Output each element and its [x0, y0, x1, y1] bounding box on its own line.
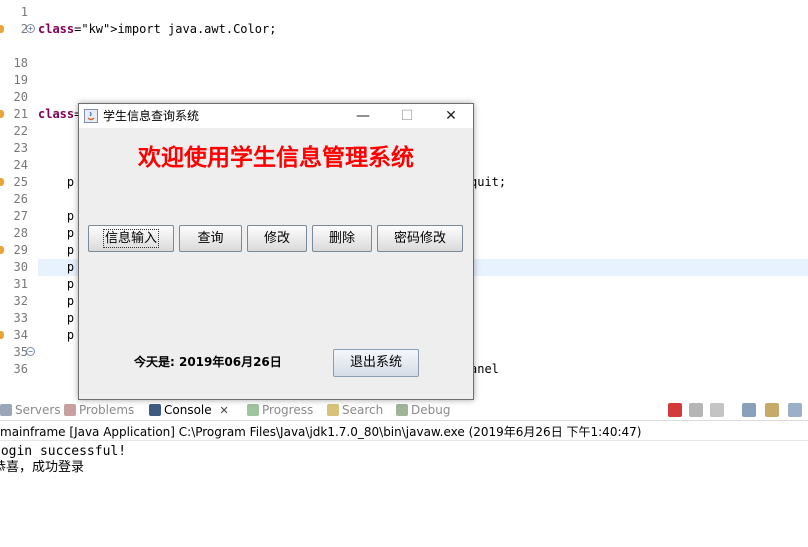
code-text: p [38, 243, 75, 257]
console-icon [149, 404, 161, 416]
console-output-line: 恭喜，成功登录 [0, 460, 85, 475]
code-text: p [38, 277, 75, 291]
code-text: p [38, 226, 75, 240]
line-number: 30 [13, 260, 28, 274]
code-text: p [38, 294, 75, 308]
tab-problems[interactable]: Problems [64, 400, 134, 421]
code-text: class="kw">import java.awt.Color; [38, 22, 277, 36]
console-process-header: mainframe [Java Application] C:\Program … [0, 423, 808, 441]
line-number: 32 [13, 294, 28, 308]
console-output-line: login successful! [0, 444, 127, 459]
remove-launch-icon[interactable] [689, 403, 703, 417]
servers-icon [0, 404, 12, 416]
line-number: 23 [13, 141, 28, 155]
progress-icon [247, 404, 259, 416]
line-number: 22 [13, 124, 28, 138]
problems-icon [64, 404, 76, 416]
line-number: 20 [13, 90, 28, 104]
tab-servers[interactable]: Servers [0, 400, 61, 421]
line-number: 25 [13, 175, 28, 189]
code-line[interactable]: 18 [0, 55, 808, 72]
window-title: 学生信息查询系统 [103, 109, 200, 123]
line-number: 35 [13, 345, 28, 359]
window-titlebar[interactable]: 学生信息查询系统 — ☐ ✕ [79, 104, 473, 128]
student-info-window: 学生信息查询系统 — ☐ ✕ 欢迎使用学生信息管理系统 信息输入 查询 修改 删… [78, 103, 474, 400]
welcome-banner: 欢迎使用学生信息管理系统 [138, 144, 414, 171]
code-line[interactable]: 2 + class="kw">import java.awt.Color; [0, 21, 808, 38]
line-number: 1 [20, 5, 28, 19]
code-text: p [38, 260, 75, 274]
code-line[interactable]: 19 [0, 72, 808, 89]
delete-button[interactable]: 删除 [312, 225, 372, 252]
tab-progress[interactable]: Progress [247, 400, 313, 421]
console-tab-bar: Servers Problems Console ✕ Progress Sear… [0, 400, 808, 421]
code-text-tail: quit; [470, 175, 507, 189]
clear-console-icon[interactable] [742, 403, 756, 417]
warning-marker-icon [0, 331, 4, 339]
password-modify-button[interactable]: 密码修改 [377, 225, 463, 252]
maximize-button[interactable]: ☐ [385, 104, 429, 128]
line-number: 24 [13, 158, 28, 172]
warning-marker-icon [0, 110, 4, 118]
minimize-button[interactable]: — [341, 104, 385, 128]
java-app-icon [84, 109, 98, 123]
code-text: p [38, 209, 75, 223]
modify-button[interactable]: 修改 [247, 225, 307, 252]
warning-marker-icon [0, 25, 4, 33]
query-button[interactable]: 查询 [179, 225, 242, 252]
tab-search[interactable]: Search [327, 400, 383, 421]
line-number: 18 [13, 56, 28, 70]
pin-console-icon[interactable] [788, 403, 802, 417]
line-number: 27 [13, 209, 28, 223]
code-text: p [38, 175, 75, 189]
remove-all-icon[interactable] [710, 403, 724, 417]
expand-fold-icon[interactable]: + [26, 24, 35, 33]
terminate-icon[interactable] [668, 403, 682, 417]
exit-system-button[interactable]: 退出系统 [333, 349, 419, 377]
line-number: 33 [13, 311, 28, 325]
line-number: 28 [13, 226, 28, 240]
close-tab-icon[interactable]: ✕ [219, 404, 228, 417]
code-text: p [38, 311, 75, 325]
close-window-button[interactable]: ✕ [429, 104, 473, 128]
tab-debug[interactable]: Debug [396, 400, 450, 421]
line-number: 19 [13, 73, 28, 87]
today-date-label: 今天是: 2019年06月26日 [134, 355, 282, 369]
info-input-button[interactable]: 信息输入 [88, 225, 174, 252]
line-number: 2 [20, 22, 28, 36]
search-icon [327, 404, 339, 416]
line-number: 36 [13, 362, 28, 373]
line-number: 29 [13, 243, 28, 257]
code-line[interactable]: 1 [0, 4, 808, 21]
line-number: 21 [13, 107, 28, 121]
tab-console[interactable]: Console ✕ [149, 400, 229, 421]
line-number: 34 [13, 328, 28, 342]
debug-icon [396, 404, 408, 416]
warning-marker-icon [0, 178, 4, 186]
scroll-lock-icon[interactable] [765, 403, 779, 417]
code-text-tail: anel [470, 362, 499, 373]
line-number: 26 [13, 192, 28, 206]
collapse-fold-icon[interactable]: − [26, 347, 35, 356]
line-number: 31 [13, 277, 28, 291]
warning-marker-icon [0, 246, 4, 254]
code-text: p [38, 328, 75, 342]
